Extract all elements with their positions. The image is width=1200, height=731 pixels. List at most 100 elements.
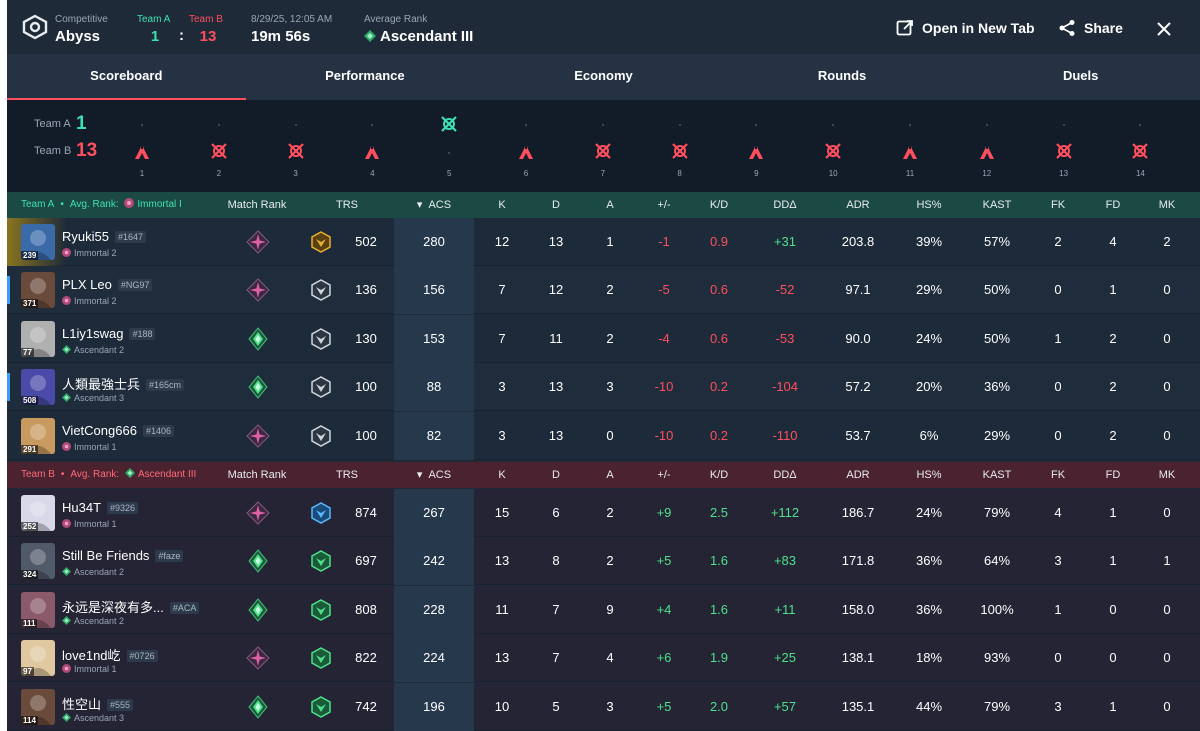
col-mk[interactable]: MK — [1152, 192, 1182, 218]
player-name-block[interactable]: Ryuki55 #1647 — [62, 229, 146, 244]
col-k[interactable]: K — [487, 462, 517, 488]
tab-scoreboard[interactable]: Scoreboard — [7, 54, 246, 100]
player-row[interactable]: 111 永远是深夜有多... #ACA Ascendant 2 808 228 11 7 9 +4… — [7, 585, 1200, 634]
round-column[interactable]: 5 — [434, 100, 464, 192]
round-number: 6 — [523, 169, 529, 178]
player-row[interactable]: 77 L1iy1swag #188 Ascendant 2 130 153 7 11 2 -4 0.… — [7, 314, 1200, 363]
col-kd[interactable]: K/D — [704, 192, 734, 218]
col-trs[interactable]: TRS — [329, 462, 365, 488]
player-row[interactable]: 114 性空山 #555 Ascendant 3 742 196 10 5 3 +5 2.0 +57 1… — [7, 682, 1200, 731]
cell-fk: 3 — [1054, 698, 1062, 714]
col-k[interactable]: K — [487, 192, 517, 218]
col-fd[interactable]: FD — [1098, 462, 1128, 488]
tab-duels[interactable]: Duels — [961, 54, 1200, 100]
tab-rounds[interactable]: Rounds — [723, 54, 962, 100]
col-fk[interactable]: FK — [1043, 462, 1073, 488]
round-column[interactable]: 9 — [741, 100, 771, 192]
col-hs[interactable]: HS% — [911, 462, 947, 488]
round-column[interactable]: 4 — [357, 100, 387, 192]
cell-k: 12 — [494, 234, 510, 249]
col-trs[interactable]: TRS — [329, 192, 365, 218]
col-adr[interactable]: ADR — [840, 462, 876, 488]
player-avatar[interactable]: 324 — [21, 543, 55, 580]
round-column[interactable]: 14 — [1125, 100, 1155, 192]
col-match-rank[interactable]: Match Rank — [225, 462, 289, 488]
close-icon[interactable] — [1157, 22, 1171, 36]
open-new-tab-button[interactable]: Open in New Tab — [896, 17, 1035, 39]
col-a[interactable]: A — [595, 192, 625, 218]
col-mk[interactable]: MK — [1152, 462, 1182, 488]
tab-performance[interactable]: Performance — [246, 54, 485, 100]
cell-fk: 0 — [1054, 650, 1062, 666]
player-avatar[interactable]: 371 — [21, 272, 55, 309]
match-rank-ascendant-icon — [248, 598, 268, 622]
round-column[interactable]: 11 — [895, 100, 925, 192]
cell-dd-delta: +83 — [773, 553, 797, 569]
col-acs[interactable]: ▾ ACS — [407, 462, 461, 488]
round-column[interactable]: 8 — [665, 100, 695, 192]
player-avatar[interactable]: 114 — [21, 688, 55, 725]
player-row[interactable]: 291 VietCong666 #1406 Immortal 1 100 82 3 13 0 -1… — [7, 411, 1200, 460]
col-d[interactable]: D — [541, 462, 571, 488]
round-column[interactable]: 13 — [1049, 100, 1079, 192]
player-name-block[interactable]: PLX Leo #NG97 — [62, 277, 153, 292]
player-rank-icon — [62, 712, 74, 723]
round-column[interactable]: 10 — [818, 100, 848, 192]
col-kast[interactable]: KAST — [979, 462, 1015, 488]
col-adr[interactable]: ADR — [840, 192, 876, 218]
round-column[interactable]: 3 — [281, 100, 311, 192]
player-row[interactable]: 97 love1nd屹 #0726 Immortal 1 822 224 13 7 4 +6 1.9… — [7, 634, 1200, 683]
player-avatar[interactable]: 111 — [21, 591, 55, 628]
player-name-block[interactable]: Still Be Friends #faze — [62, 548, 184, 563]
player-avatar[interactable]: 252 — [21, 495, 55, 531]
team-b-avg-label: Avg. Rank: — [70, 469, 120, 480]
cell-fd: 1 — [1109, 553, 1117, 569]
player-name-block[interactable]: VietCong666 #1406 — [62, 423, 174, 438]
col-dd-delta[interactable]: DDΔ — [767, 462, 803, 488]
player-avatar[interactable]: 97 — [21, 640, 55, 677]
col-dd-delta[interactable]: DDΔ — [767, 192, 803, 218]
player-rank: Ascendant 2 — [62, 615, 124, 626]
player-row[interactable]: 252 Hu34T #9326 Immortal 1 874 267 15 6 2 +9 2.5 +1… — [7, 489, 1200, 537]
round-number: 3 — [293, 169, 298, 178]
player-row[interactable]: 371 PLX Leo #NG97 Immortal 2 136 156 7 12 2 -5 0.6… — [7, 266, 1200, 315]
player-row[interactable]: 508 人類最強士兵 #165cm Ascendant 3 100 88 3 13 3 -10 0.… — [7, 363, 1200, 412]
player-row[interactable]: 324 Still Be Friends #faze Ascendant 2 697 24… — [7, 537, 1200, 586]
round-column[interactable]: 6 — [511, 100, 541, 192]
spike-detonated-icon — [365, 143, 380, 159]
col-fd[interactable]: FD — [1098, 192, 1128, 218]
col-acs[interactable]: ▾ ACS — [407, 192, 461, 218]
round-column[interactable]: 1 — [127, 100, 157, 192]
external-link-icon — [896, 20, 913, 36]
col-plus-minus[interactable]: +/- — [649, 192, 679, 218]
player-name-block[interactable]: love1nd屹 #0726 — [62, 645, 158, 664]
player-avatar[interactable]: 239 — [21, 224, 55, 260]
tab-economy[interactable]: Economy — [484, 54, 723, 100]
player-avatar[interactable]: 508 — [21, 369, 55, 406]
col-kd[interactable]: K/D — [704, 462, 734, 488]
cell-trs: 502 — [355, 234, 377, 249]
col-a[interactable]: A — [595, 462, 625, 488]
cell-d: 13 — [548, 379, 564, 395]
cell-kd: 1.9 — [709, 650, 729, 666]
share-button[interactable]: Share — [1058, 17, 1123, 39]
round-column[interactable]: 12 — [972, 100, 1002, 192]
player-name-block[interactable]: Hu34T #9326 — [62, 500, 139, 515]
player-avatar[interactable]: 77 — [21, 320, 55, 357]
player-avatar[interactable]: 291 — [21, 417, 55, 454]
col-d[interactable]: D — [541, 192, 571, 218]
col-match-rank[interactable]: Match Rank — [225, 192, 289, 218]
col-hs[interactable]: HS% — [911, 192, 947, 218]
round-column[interactable]: 2 — [204, 100, 234, 192]
player-name-block[interactable]: 永远是深夜有多... #ACA — [62, 597, 200, 616]
player-name-block[interactable]: 人類最強士兵 #165cm — [62, 374, 185, 393]
player-name-block[interactable]: L1iy1swag #188 — [62, 326, 156, 341]
col-kast[interactable]: KAST — [979, 192, 1015, 218]
col-plus-minus[interactable]: +/- — [649, 462, 679, 488]
round-column[interactable]: 7 — [588, 100, 618, 192]
player-tag: #1647 — [114, 231, 146, 243]
match-rank-immortal-icon — [246, 278, 270, 303]
player-row[interactable]: 239 Ryuki55 #1647 Immortal 2 502 280 12 13 1 -1 0.… — [7, 218, 1200, 266]
col-fk[interactable]: FK — [1043, 192, 1073, 218]
player-name-block[interactable]: 性空山 #555 — [62, 694, 134, 713]
